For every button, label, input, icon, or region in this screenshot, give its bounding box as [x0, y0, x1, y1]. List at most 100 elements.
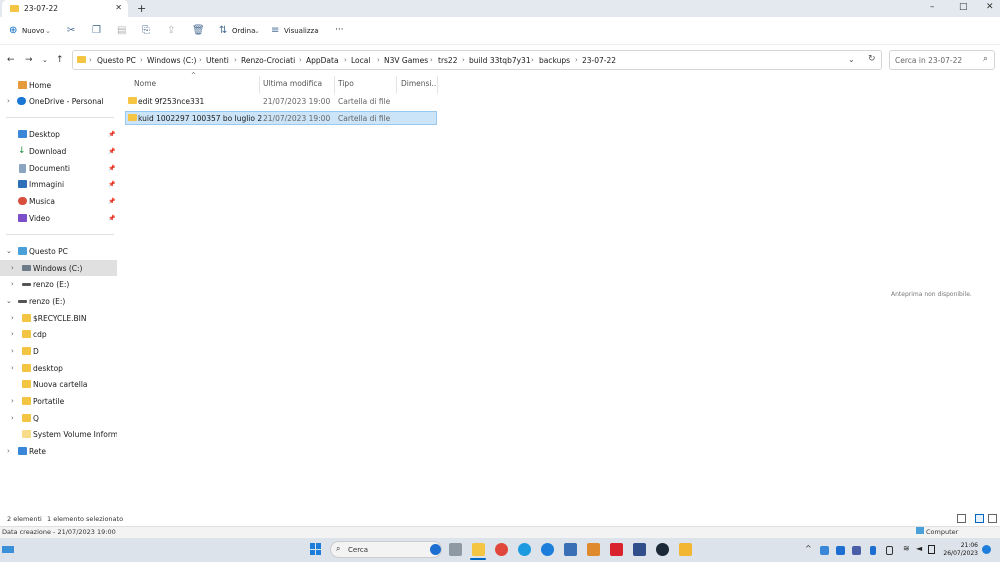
task-view-icon[interactable]: [449, 543, 462, 556]
sidebar-item-musica[interactable]: Musica 📌: [0, 193, 117, 209]
sidebar-item-video[interactable]: Video 📌: [0, 210, 117, 226]
wifi-icon[interactable]: ≋: [903, 544, 910, 553]
sidebar-item-documenti[interactable]: Documenti 📌: [0, 160, 117, 176]
sidebar-item-home[interactable]: Home: [0, 77, 117, 93]
help-icon[interactable]: [541, 543, 554, 556]
column-divider[interactable]: [334, 76, 335, 94]
breadcrumb-trs22[interactable]: trs22: [438, 56, 457, 65]
sidebar-item-d[interactable]: › D: [0, 343, 117, 359]
chevron-right-icon[interactable]: ›: [11, 347, 14, 355]
paste-icon[interactable]: ▤: [117, 25, 126, 36]
up-arrow-icon[interactable]: ↑: [56, 55, 64, 65]
forward-arrow-icon[interactable]: →: [25, 55, 33, 65]
rename-icon[interactable]: ⎘: [142, 25, 150, 36]
clock-time[interactable]: 21:06: [940, 542, 978, 549]
sidebar-item-immagini[interactable]: Immagini 📌: [0, 176, 117, 192]
more-options-button[interactable]: ···: [335, 25, 344, 35]
search-input[interactable]: Cerca in 23-07-22 ⌕: [889, 50, 995, 70]
close-window-button[interactable]: ✕: [986, 2, 994, 12]
pin-icon[interactable]: 📌: [108, 181, 115, 188]
breadcrumb-user[interactable]: Renzo-Crociati: [241, 56, 295, 65]
clock-date[interactable]: 26/07/2023: [940, 550, 978, 557]
tiles-view-icon[interactable]: [988, 514, 997, 523]
tray-icon[interactable]: [820, 546, 829, 555]
chevron-up-icon[interactable]: ^: [805, 544, 812, 553]
sort-button[interactable]: Ordina: [232, 27, 255, 35]
breadcrumb-appdata[interactable]: AppData: [306, 56, 339, 65]
column-divider[interactable]: [259, 76, 260, 94]
sidebar-item-q[interactable]: › Q: [0, 410, 117, 426]
file-explorer-icon[interactable]: [472, 543, 485, 556]
details-view-icon[interactable]: [957, 514, 966, 523]
column-divider[interactable]: [437, 76, 438, 94]
address-bar[interactable]: › Questo PC › Windows (C:) › Utenti › Re…: [72, 50, 882, 70]
sidebar-item-portatile[interactable]: › Portatile: [0, 393, 117, 409]
chrome-icon[interactable]: [495, 543, 508, 556]
pin-icon[interactable]: 📌: [108, 148, 115, 155]
sidebar-item-download[interactable]: ↓ Download 📌: [0, 143, 117, 159]
breadcrumb-n3v-games[interactable]: N3V Games: [384, 56, 428, 65]
breadcrumb-backups[interactable]: backups: [539, 56, 570, 65]
column-header-name[interactable]: Nome: [134, 79, 156, 88]
battery-status-icon[interactable]: [928, 545, 935, 554]
chevron-right-icon[interactable]: ›: [11, 264, 14, 272]
new-tab-button[interactable]: +: [137, 2, 146, 15]
pin-icon[interactable]: 📌: [108, 215, 115, 222]
sidebar-item-windows-c[interactable]: › Windows (C:): [0, 260, 117, 276]
trainz-icon[interactable]: [679, 543, 692, 556]
sidebar-item-system-volume[interactable]: System Volume Informat: [0, 426, 117, 442]
taskbar-search[interactable]: ⌕ Cerca: [330, 541, 442, 558]
sidebar-item-desktop[interactable]: Desktop 📌: [0, 126, 117, 142]
breadcrumb-utenti[interactable]: Utenti: [206, 56, 229, 65]
view-icon[interactable]: ≡: [271, 25, 279, 36]
close-tab-icon[interactable]: ✕: [115, 3, 122, 12]
tray-icon[interactable]: [836, 546, 845, 555]
view-dropdown-icon[interactable]: ⌄: [314, 27, 320, 35]
table-row[interactable]: kuid 1002297 100357 bo luglio 2 21/07/20…: [125, 111, 437, 125]
chevron-right-icon[interactable]: ›: [11, 364, 14, 372]
tray-icon[interactable]: [852, 546, 861, 555]
sidebar-item-renzo-e[interactable]: ⌄ renzo (E:): [0, 293, 117, 309]
volume-icon[interactable]: ◄: [916, 544, 922, 553]
breadcrumb-local[interactable]: Local: [351, 56, 370, 65]
refresh-icon[interactable]: ↻: [868, 54, 876, 64]
breadcrumb-current[interactable]: 23-07-22: [582, 56, 616, 65]
sidebar-item-desktop-folder[interactable]: › desktop: [0, 360, 117, 376]
list-view-icon[interactable]: [975, 514, 984, 523]
steam-icon[interactable]: [656, 543, 669, 556]
share-icon[interactable]: ⇪: [167, 25, 175, 36]
recent-dropdown-icon[interactable]: ⌄: [42, 56, 48, 64]
chevron-down-icon[interactable]: ⌄: [6, 247, 12, 255]
security-icon[interactable]: [564, 543, 577, 556]
minimize-button[interactable]: –: [930, 2, 935, 12]
chevron-right-icon[interactable]: ›: [11, 414, 14, 422]
table-row[interactable]: edit 9f253nce331 21/07/2023 19:00 Cartel…: [125, 95, 437, 109]
chevron-right-icon[interactable]: ›: [11, 330, 14, 338]
column-header-modified[interactable]: Ultima modifica: [263, 79, 322, 88]
column-header-type[interactable]: Tipo: [338, 79, 354, 88]
sidebar-item-renzo-e-sub[interactable]: › renzo (E:): [0, 276, 117, 292]
new-dropdown-icon[interactable]: ⌄: [45, 27, 51, 35]
chevron-right-icon[interactable]: ›: [11, 280, 14, 288]
widgets-icon[interactable]: [2, 546, 14, 553]
sidebar-item-questo-pc[interactable]: ⌄ Questo PC: [0, 243, 117, 259]
plus-circle-icon[interactable]: ⊕: [9, 25, 17, 36]
chevron-right-icon[interactable]: ›: [7, 447, 10, 455]
pin-icon[interactable]: 📌: [108, 131, 115, 138]
new-button[interactable]: Nuovo: [22, 27, 44, 35]
home-app-icon[interactable]: [587, 543, 600, 556]
maximize-button[interactable]: □: [959, 2, 968, 12]
notification-icon[interactable]: [982, 545, 991, 554]
start-icon[interactable]: [310, 543, 322, 555]
breadcrumb-windows-c[interactable]: Windows (C:): [147, 56, 196, 65]
breadcrumb-questo-pc[interactable]: Questo PC: [97, 56, 136, 65]
chevron-right-icon[interactable]: ›: [11, 314, 14, 322]
sort-dropdown-icon[interactable]: ⌄: [254, 27, 260, 35]
chevron-right-icon[interactable]: ›: [7, 97, 10, 105]
address-dropdown-icon[interactable]: ⌄: [848, 55, 855, 64]
pin-icon[interactable]: 📌: [108, 198, 115, 205]
edge-icon[interactable]: [518, 543, 531, 556]
tab-current[interactable]: 23-07-22 ✕: [2, 0, 128, 17]
sidebar-item-recycle-bin[interactable]: › $RECYCLE.BIN: [0, 310, 117, 326]
cut-icon[interactable]: ✂: [67, 25, 75, 36]
